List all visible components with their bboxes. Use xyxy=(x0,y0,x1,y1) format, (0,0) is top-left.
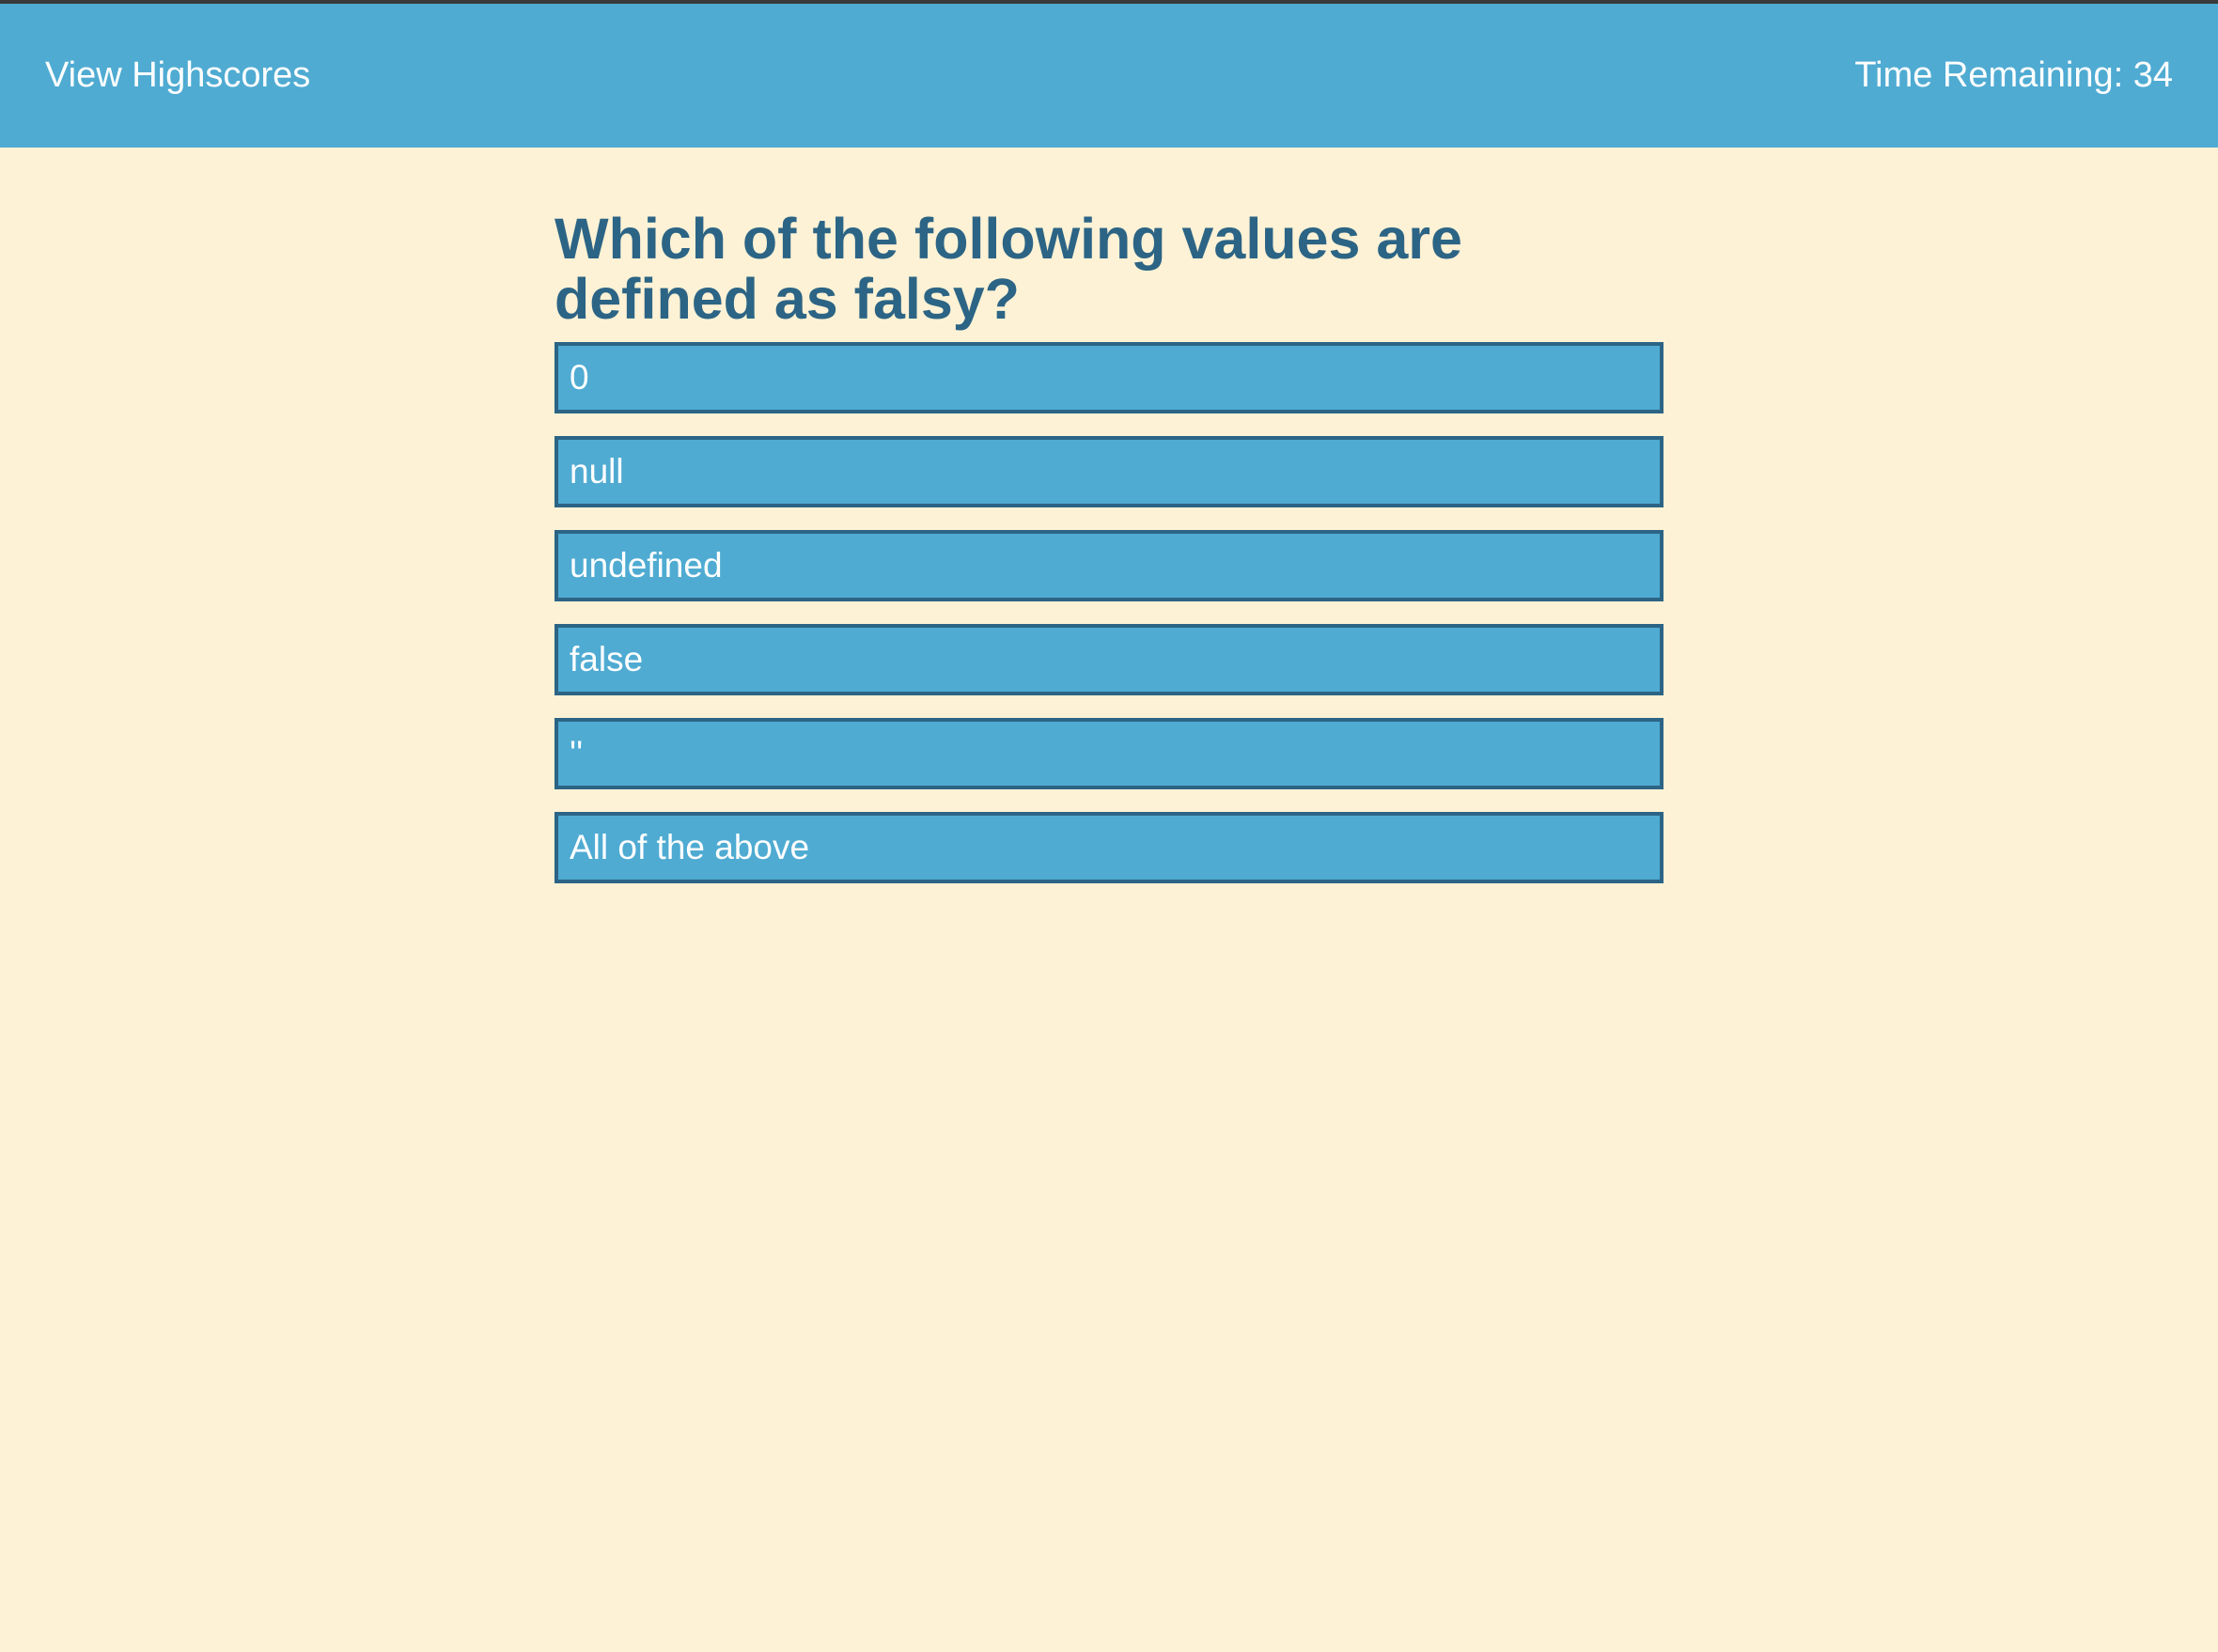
answer-button[interactable]: '' xyxy=(554,718,1664,789)
quiz-container: Which of the following values are define… xyxy=(554,209,1664,906)
view-highscores-link[interactable]: View Highscores xyxy=(45,55,310,96)
answer-button[interactable]: 0 xyxy=(554,342,1664,413)
timer-label: Time Remaining: xyxy=(1854,55,2133,95)
answer-button[interactable]: false xyxy=(554,624,1664,695)
timer: Time Remaining: 34 xyxy=(1854,55,2173,96)
time-remaining-value: 34 xyxy=(2132,55,2173,95)
question-title: Which of the following values are define… xyxy=(554,207,1462,331)
header: View Highscores Time Remaining: 34 xyxy=(0,0,2218,148)
answer-button[interactable]: null xyxy=(554,436,1664,507)
answer-button[interactable]: undefined xyxy=(554,530,1664,601)
answer-button[interactable]: All of the above xyxy=(554,812,1664,883)
